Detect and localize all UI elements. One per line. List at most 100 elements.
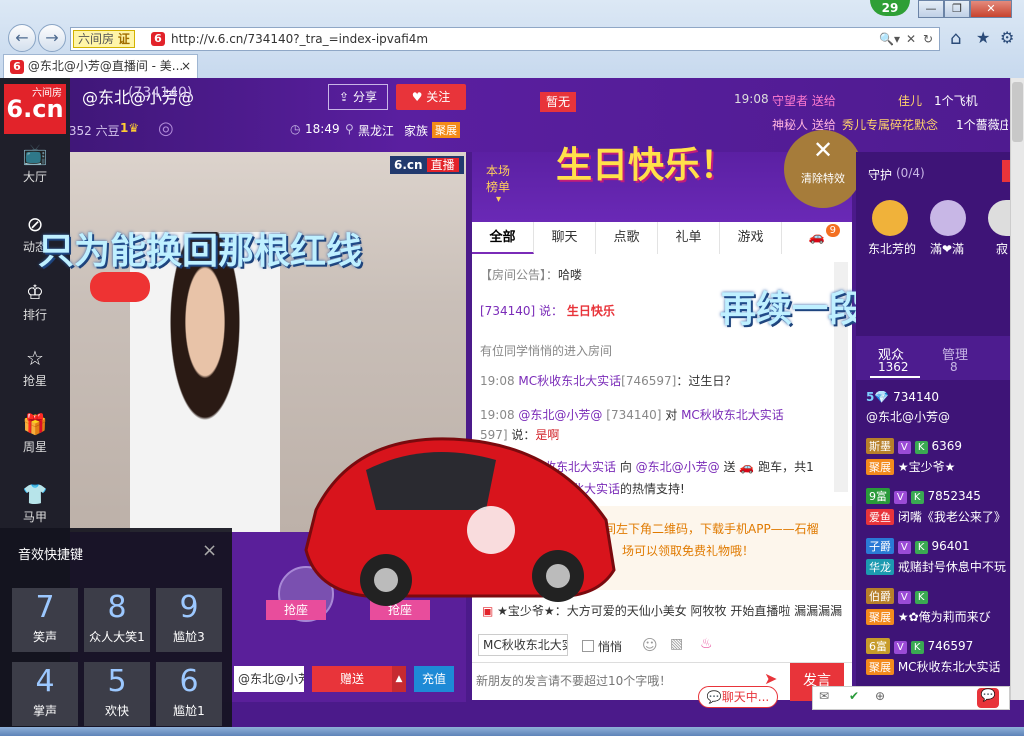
key-label: 掌声 bbox=[32, 704, 57, 718]
stop-icon[interactable]: ✕ bbox=[906, 28, 916, 50]
key-label: 众人大笑1 bbox=[89, 630, 145, 644]
send-to-field[interactable]: @东北@小芳 bbox=[234, 666, 304, 692]
close-window-button[interactable]: ✕ bbox=[970, 0, 1012, 18]
sidebar-item-rank[interactable]: ♔ 排行 bbox=[0, 280, 70, 323]
minimize-button[interactable]: — bbox=[918, 0, 944, 18]
back-button[interactable]: ← bbox=[8, 24, 36, 52]
tab-close-icon[interactable]: × bbox=[181, 55, 191, 77]
chat-bubble-button[interactable]: 💬 bbox=[977, 688, 999, 708]
refresh-icon[interactable]: ↻ bbox=[923, 28, 933, 50]
user-row[interactable]: 子爵 V K 96401 bbox=[866, 538, 970, 554]
gift-send-button[interactable]: 赠送 bbox=[312, 666, 392, 692]
zoom-icon[interactable]: ⊕ bbox=[875, 689, 885, 703]
tab-car[interactable]: 🚗 9 bbox=[782, 222, 852, 254]
key-number: 8 bbox=[107, 590, 127, 625]
gift-icon: 🎁 bbox=[22, 412, 48, 436]
gift-dropdown-icon[interactable]: ▲ bbox=[392, 666, 406, 692]
guard-avatar-1[interactable] bbox=[872, 200, 908, 236]
microphone bbox=[90, 272, 150, 302]
msg-to[interactable]: MC秋收东北大实话 bbox=[681, 408, 784, 422]
sfx-key-8[interactable]: 8 众人大笑1 bbox=[84, 588, 150, 652]
page-scrollbar[interactable] bbox=[1010, 78, 1024, 700]
user-id: 96401 bbox=[931, 539, 970, 553]
sidebar-item-star[interactable]: ☆ 抢星 bbox=[0, 346, 70, 389]
key-label: 尴尬1 bbox=[173, 704, 205, 718]
sidebar-item-vest[interactable]: 👕 马甲 bbox=[0, 482, 70, 525]
whisper-checkbox[interactable] bbox=[582, 640, 594, 652]
tab-games[interactable]: 游戏 bbox=[720, 222, 782, 254]
msg-text: 生日快乐 bbox=[566, 304, 615, 318]
follow-button[interactable]: ♥ 关注 bbox=[396, 84, 466, 110]
user-row[interactable]: 伯爵 V K bbox=[866, 588, 928, 604]
key-number: 9 bbox=[179, 590, 199, 625]
msg-mid: 对 bbox=[661, 408, 682, 422]
tab-songs[interactable]: 点歌 bbox=[596, 222, 658, 254]
user-row[interactable]: 爱鱼 闭嘴《我老公来了》 bbox=[866, 508, 1006, 525]
maximize-button[interactable]: ❐ bbox=[944, 0, 970, 18]
user-badge: 子爵 bbox=[866, 538, 894, 554]
url-text[interactable]: http://v.6.cn/734140?_tra_=index-ipvafi4… bbox=[171, 28, 428, 50]
tab-gifts[interactable]: 礼单 bbox=[658, 222, 720, 254]
k-icon: K bbox=[914, 591, 928, 604]
tab-chat[interactable]: 聊天 bbox=[534, 222, 596, 254]
sfx-key-9[interactable]: 9 尴尬3 bbox=[156, 588, 222, 652]
sidebar-item-hall[interactable]: 📺 大厅 bbox=[0, 142, 70, 185]
favicon-icon: 6 bbox=[151, 32, 165, 46]
user-row[interactable]: 聚展 ★✿俺为莉而来び bbox=[866, 608, 991, 625]
msg-user[interactable]: [734140] 说： bbox=[480, 304, 563, 318]
browser-tab[interactable]: 6 @东北@小芳@直播间 - 美... × bbox=[3, 54, 198, 78]
user-row[interactable]: 9富 V K 7852345 bbox=[866, 488, 981, 504]
guard-avatar-2[interactable] bbox=[930, 200, 966, 236]
chat-target-select[interactable]: MC秋收东北大实 bbox=[478, 634, 568, 656]
sidebar-item-weekly[interactable]: 🎁 周星 bbox=[0, 412, 70, 455]
share-label: 分享 bbox=[352, 90, 377, 104]
forward-button[interactable]: → bbox=[38, 24, 66, 52]
video-caption: 只为能换回那根红线 bbox=[38, 231, 363, 272]
share-button[interactable]: ⇪ 分享 bbox=[328, 84, 388, 110]
rank-label-1[interactable]: 本场 bbox=[486, 162, 510, 179]
ticker-1-to: 佳儿 bbox=[898, 94, 923, 108]
recharge-button[interactable]: 充值 bbox=[414, 666, 454, 692]
emoji-icon[interactable]: ☺ bbox=[642, 636, 658, 654]
user-row[interactable]: 6富 V K 746597 bbox=[866, 638, 973, 654]
mail-icon[interactable]: ✉ bbox=[819, 689, 829, 703]
scrollbar-thumb[interactable] bbox=[1012, 82, 1023, 142]
address-bar[interactable]: 六间房 证 6 http://v.6.cn/734140?_tra_=index… bbox=[70, 27, 940, 51]
settings-gear-icon[interactable]: ⚙ bbox=[1000, 28, 1014, 47]
user-row[interactable]: 聚展 MC秋收东北大实话 bbox=[866, 658, 1001, 675]
user-row[interactable]: 5💎 734140 bbox=[866, 390, 939, 404]
home-icon[interactable]: ⌂ bbox=[950, 28, 961, 49]
msg-to[interactable]: @东北@小芳@ bbox=[636, 460, 720, 474]
rank-label-2[interactable]: 榜单 bbox=[486, 178, 510, 195]
sidebar-label: 抢星 bbox=[22, 374, 47, 388]
chat-bubble-icon: 💬 bbox=[706, 690, 722, 704]
sfx-close-icon[interactable]: × bbox=[202, 540, 217, 561]
audience-tabs: 观众 1362 管理 8 bbox=[856, 336, 1010, 380]
user-row[interactable]: 聚展 ★宝少爷★ bbox=[866, 458, 955, 475]
user-name[interactable]: @东北@小芳@ bbox=[866, 408, 950, 425]
sfx-key-4[interactable]: 4 掌声 bbox=[12, 662, 78, 726]
user-row[interactable]: 华龙 戒赌封号休息中不玩 bbox=[866, 558, 1006, 575]
guard-avatar-3[interactable] bbox=[988, 200, 1010, 236]
image-icon[interactable]: ▧ bbox=[670, 636, 683, 652]
key-label: 欢快 bbox=[104, 704, 129, 718]
sfx-key-6[interactable]: 6 尴尬1 bbox=[156, 662, 222, 726]
clear-effects-button[interactable]: ✕ 清除特效 bbox=[784, 130, 862, 208]
msg-user[interactable]: MC秋收东北大实话 bbox=[518, 374, 621, 388]
user-row[interactable]: 斯墨 V K 6369 bbox=[866, 438, 962, 454]
sfx-key-5[interactable]: 5 欢快 bbox=[84, 662, 150, 726]
favorites-star-icon[interactable]: ★ bbox=[976, 28, 990, 47]
chatting-indicator[interactable]: 💬聊天中... bbox=[698, 686, 778, 708]
key-number: 7 bbox=[35, 590, 55, 625]
family-badge[interactable]: 聚展 bbox=[432, 122, 460, 138]
search-icon[interactable]: 🔍▾ bbox=[879, 28, 900, 50]
tab-all[interactable]: 全部 bbox=[472, 222, 534, 254]
room-notice: 【房间公告】：哈喽 bbox=[480, 266, 582, 283]
sfx-key-7[interactable]: 7 笑声 bbox=[12, 588, 78, 652]
user-name: 戒赌封号休息中不玩 bbox=[897, 560, 1006, 574]
promo-line-1: 房间左下角二维码，下载手机APP——石榴 bbox=[592, 522, 819, 536]
cake-icon[interactable]: ♨ bbox=[700, 636, 713, 652]
check-icon[interactable]: ✔ bbox=[849, 689, 859, 703]
ie-badge[interactable]: 29 bbox=[870, 0, 910, 16]
car-icon: 🚗 bbox=[808, 230, 826, 245]
